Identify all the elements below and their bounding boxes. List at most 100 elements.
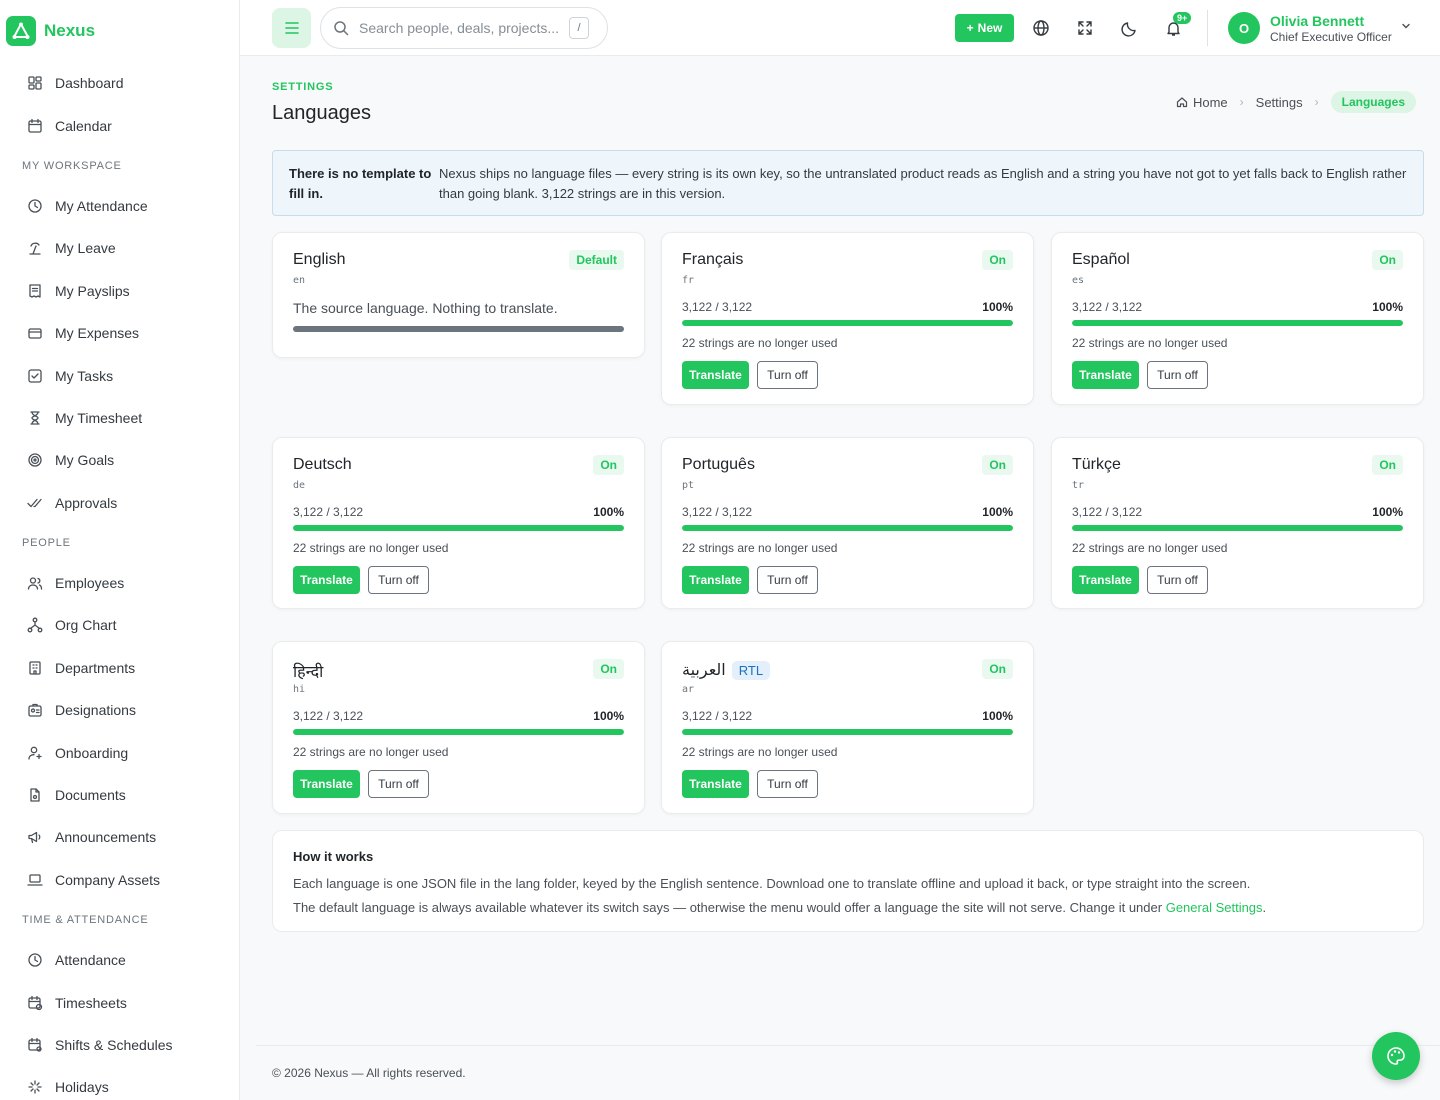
how-title: How it works [293, 849, 374, 864]
avatar[interactable]: O [1228, 12, 1260, 44]
sidebar-item-label: Holidays [55, 1079, 109, 1096]
translation-count: 3,122 / 3,122 [293, 505, 364, 519]
language-card-hi: हिन्दी hi On 3,122 / 3,122 100% 22 strings ar… [272, 641, 645, 814]
user-role: Chief Executive Officer [1270, 30, 1392, 44]
turn-off-button[interactable]: Turn off [757, 361, 818, 389]
sidebar-item-label: Attendance [55, 952, 126, 969]
translation-percent: 100% [982, 505, 1013, 519]
language-name: Español [1072, 251, 1130, 269]
translate-button[interactable]: Translate [682, 566, 749, 594]
sidebar-item-label: My Leave [55, 240, 116, 257]
turn-off-button[interactable]: Turn off [368, 770, 429, 798]
language-name: Français [682, 251, 743, 269]
translation-progress-fill [1072, 320, 1403, 326]
badge-icon [28, 704, 42, 717]
language-card-fr: Français fr On 3,122 / 3,122 100% 22 strings … [661, 232, 1034, 405]
sidebar-item-approvals[interactable]: Approvals [0, 482, 239, 524]
sidebar-item-dashboard[interactable]: Dashboard [0, 62, 239, 104]
user-name[interactable]: Olivia Bennett [1270, 13, 1364, 29]
sidebar-item-onboarding[interactable]: Onboarding [0, 731, 239, 773]
language-name-text: Español [1072, 251, 1130, 268]
sidebar-item-label: Dashboard [55, 75, 124, 92]
translation-count: 3,122 / 3,122 [293, 709, 364, 723]
translation-progress-fill [682, 729, 1013, 735]
sidebar-item-company-assets[interactable]: Company Assets [0, 859, 239, 901]
plus-icon: + [966, 21, 974, 35]
sidebar-item-my-timesheet[interactable]: My Timesheet [0, 397, 239, 439]
breadcrumb-settings[interactable]: Settings [1256, 95, 1303, 110]
sidebar-item-departments[interactable]: Departments [0, 647, 239, 689]
receipt-icon [29, 284, 41, 298]
sidebar-item-attendance[interactable]: Attendance [0, 939, 239, 981]
language-button[interactable] [1022, 9, 1060, 47]
status-badge: On [982, 455, 1013, 475]
language-name-text: العربية [682, 662, 726, 679]
theme-customizer-button[interactable] [1372, 1032, 1420, 1080]
breadcrumb-separator: › [1314, 95, 1319, 109]
translation-count: 3,122 / 3,122 [682, 505, 753, 519]
search-box[interactable]: / [320, 7, 608, 49]
sidebar-item-label: My Timesheet [55, 409, 143, 426]
language-card-pt: Português pt On 3,122 / 3,122 100% 22 strings… [661, 437, 1034, 609]
sidebar-item-label: Approvals [55, 494, 118, 511]
topbar-divider [1207, 10, 1208, 46]
sidebar-item-my-attendance[interactable]: My Attendance [0, 185, 239, 227]
sidebar-item-org-chart[interactable]: Org Chart [0, 604, 239, 646]
language-code: pt [682, 480, 695, 491]
turn-off-button[interactable]: Turn off [368, 566, 429, 594]
breadcrumb: Home › Settings › Languages [1176, 91, 1416, 113]
translate-button[interactable]: Translate [293, 566, 360, 594]
brand[interactable]: Nexus [0, 0, 239, 62]
translate-button[interactable]: Translate [1072, 361, 1139, 389]
new-button[interactable]: + New [955, 14, 1014, 42]
brand-name: Nexus [44, 21, 96, 40]
translate-button[interactable]: Translate [1072, 566, 1139, 594]
sidebar-item-timesheets[interactable]: Timesheets [0, 981, 239, 1023]
search-input[interactable] [359, 20, 569, 36]
notifications-button[interactable]: 9+ [1154, 9, 1192, 47]
language-code: hi [293, 684, 306, 695]
translate-button[interactable]: Translate [682, 361, 749, 389]
sidebar-item-my-expenses[interactable]: My Expenses [0, 312, 239, 354]
translation-percent: 100% [982, 300, 1013, 314]
translation-progress-bar [682, 525, 1013, 531]
language-code: en [293, 275, 306, 286]
turn-off-button[interactable]: Turn off [757, 566, 818, 594]
general-settings-link[interactable]: General Settings [1166, 900, 1263, 915]
menu-toggle-button[interactable] [272, 8, 311, 48]
sidebar-item-employees[interactable]: Employees [0, 562, 239, 604]
sidebar-item-announcements[interactable]: Announcements [0, 816, 239, 858]
breadcrumb-home[interactable]: Home [1193, 95, 1228, 110]
footer: © 2026 Nexus — All rights reserved. [272, 1066, 466, 1080]
language-name-text: Português [682, 456, 755, 473]
theme-toggle-button[interactable] [1110, 9, 1148, 47]
turn-off-button[interactable]: Turn off [1147, 361, 1208, 389]
sidebar-item-my-leave[interactable]: My Leave [0, 227, 239, 269]
clock-icon [28, 199, 42, 213]
sidebar-item-shifts-and-schedules[interactable]: Shifts & Schedules [0, 1024, 239, 1066]
how-it-works: How it works Each language is one JSON f… [272, 830, 1424, 932]
sidebar-item-label: Company Assets [55, 871, 161, 888]
turn-off-button[interactable]: Turn off [757, 770, 818, 798]
sidebar-item-documents[interactable]: Documents [0, 774, 239, 816]
sidebar-section-time-and-attendance: Time & Attendance [22, 914, 149, 927]
fullscreen-button[interactable] [1066, 9, 1104, 47]
language-name-text: Deutsch [293, 456, 352, 473]
translate-button[interactable]: Translate [682, 770, 749, 798]
unused-strings-note: 22 strings are no longer used [682, 541, 838, 555]
clock-icon [28, 953, 42, 967]
language-code: fr [682, 275, 695, 286]
sidebar: Nexus Dashboard Calendar My Workspace My At… [0, 0, 240, 1100]
sidebar-item-my-payslips[interactable]: My Payslips [0, 270, 239, 312]
sidebar-item-holidays[interactable]: Holidays [0, 1066, 239, 1100]
chevron-down-icon[interactable] [1400, 20, 1412, 32]
turn-off-button[interactable]: Turn off [1147, 566, 1208, 594]
sidebar-item-label: My Expenses [55, 325, 140, 342]
sidebar-item-my-goals[interactable]: My Goals [0, 439, 239, 481]
language-code: es [1072, 275, 1085, 286]
sidebar-item-my-tasks[interactable]: My Tasks [0, 354, 239, 396]
translate-button[interactable]: Translate [293, 770, 360, 798]
sidebar-item-designations[interactable]: Designations [0, 689, 239, 731]
sidebar-item-calendar[interactable]: Calendar [0, 104, 239, 146]
language-name: English [293, 251, 345, 269]
